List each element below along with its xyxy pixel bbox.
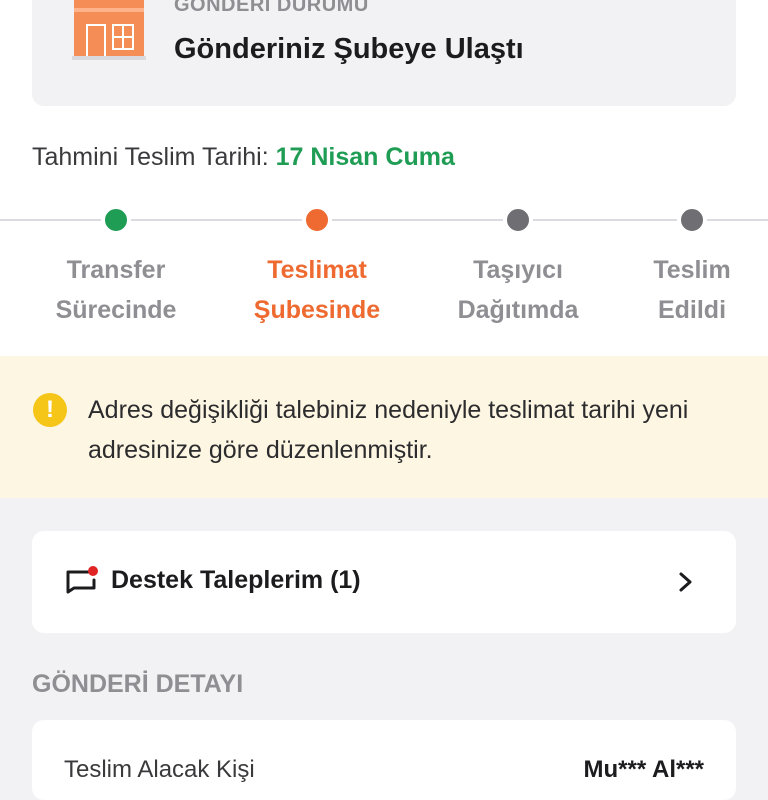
status-eyebrow: GÖNDERİ DURUMU [174, 0, 369, 16]
step-dot-carrier [503, 205, 533, 235]
step-label-carrier: Taşıyıcı Dağıtımda [457, 256, 579, 324]
status-title: Gönderiniz Şubeye Ulaştı [174, 33, 524, 65]
step-dot-delivered [677, 205, 707, 235]
step-label-delivered: Teslim Edildi [653, 256, 731, 324]
warning-icon: ! [33, 393, 67, 427]
step-dot-branch [302, 205, 332, 235]
chat-icon [66, 566, 98, 594]
eta-value: 17 Nisan Cuma [275, 143, 455, 171]
step-label-transfer: Transfer Sürecinde [55, 256, 177, 324]
support-requests-label: Destek Taleplerim (1) [111, 566, 361, 594]
detail-row-value: Mu*** Al*** [583, 756, 704, 783]
chevron-right-icon [679, 572, 692, 592]
step-dot-transfer [101, 205, 131, 235]
detail-row-label: Teslim Alacak Kişi [64, 756, 255, 783]
notice-text: Adres değişikliği talebiniz nedeniyle te… [88, 396, 689, 464]
estimated-delivery: Tahmini Teslim Tarihi: 17 Nisan Cuma [32, 143, 455, 172]
building-icon [72, 0, 146, 60]
section-title: GÖNDERİ DETAYI [32, 670, 244, 698]
eta-label: Tahmini Teslim Tarihi: [32, 143, 276, 171]
step-label-branch: Teslimat Şubesinde [253, 256, 381, 324]
